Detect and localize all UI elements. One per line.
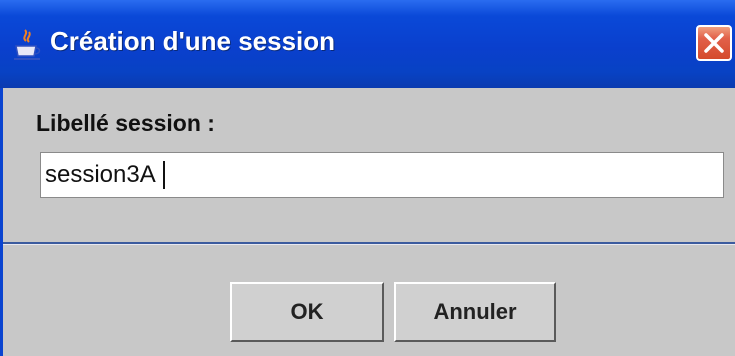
session-label: Libellé session : [36, 110, 215, 136]
text-caret [163, 161, 165, 189]
close-button[interactable] [696, 25, 732, 61]
title-bar[interactable]: Création d'une session [0, 0, 735, 88]
window-title: Création d'une session [50, 26, 336, 56]
cancel-button[interactable]: Annuler [394, 282, 556, 342]
java-cup-icon [12, 28, 42, 62]
close-x-icon [704, 33, 724, 53]
window-border [0, 88, 3, 356]
dialog-window: Création d'une session Libellé session :… [0, 0, 735, 356]
ok-button[interactable]: OK [230, 282, 384, 342]
separator-highlight [3, 244, 735, 245]
session-name-input[interactable] [40, 152, 724, 198]
